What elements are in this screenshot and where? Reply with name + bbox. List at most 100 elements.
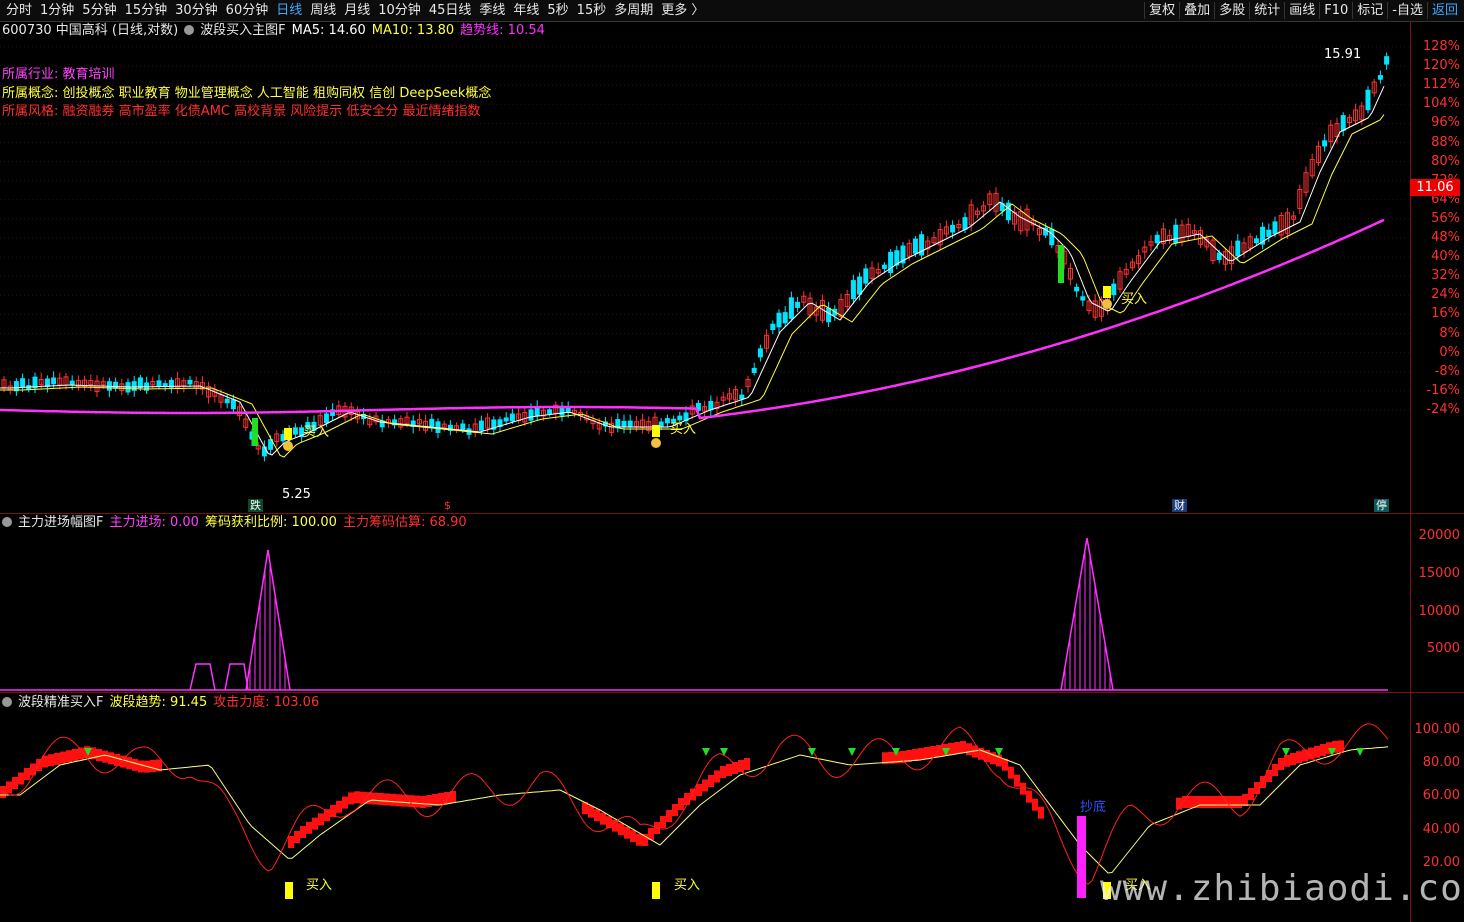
wave-ladder-block <box>300 826 306 838</box>
candle-body <box>782 312 788 324</box>
bottom-label: 抄底 <box>1080 800 1107 815</box>
candle-body <box>113 381 119 389</box>
wave-ladder-block <box>36 759 42 771</box>
panel2-axis-label-1: 15000 <box>1418 565 1460 581</box>
bottom-bar <box>1077 816 1086 898</box>
wave-ladder-block <box>48 754 54 767</box>
candle-body <box>962 217 968 230</box>
candle-body <box>912 238 918 254</box>
main-axis-label-5: 88% <box>1431 134 1460 150</box>
wave-trend-line <box>0 746 1389 874</box>
wave-ladder-block <box>1014 774 1020 787</box>
candle-body <box>429 418 435 428</box>
wave-ladder-block <box>1278 758 1284 770</box>
main-axis-label-12: 32% <box>1431 268 1460 284</box>
candle-body <box>776 312 782 328</box>
candle-body <box>51 377 57 385</box>
main-axis-label-18: -16% <box>1426 382 1460 398</box>
wave-ladder-block <box>726 764 732 776</box>
p3-buy-bar <box>285 882 293 899</box>
wave-ladder-block <box>1314 745 1320 758</box>
main-axis-label-0: 128% <box>1422 39 1460 54</box>
wave-ladder-block <box>348 792 354 805</box>
panel2-axis-label-2: 10000 <box>1418 603 1460 619</box>
wave-ladder-block <box>6 781 12 794</box>
wave-ladder-block <box>132 758 138 771</box>
candle-body <box>1272 221 1278 235</box>
candle-body <box>1340 115 1346 131</box>
wave-ladder-block <box>336 800 342 813</box>
panel3-axis-label-0: 100.00 <box>1414 722 1461 737</box>
wave-ladder-block <box>624 826 630 839</box>
candle-body <box>1235 240 1241 257</box>
wave-ladder-block <box>618 823 624 836</box>
main-axis-label-17: -8% <box>1434 363 1460 379</box>
candle-body <box>770 323 776 331</box>
main-force-steps <box>189 663 249 691</box>
candle-body <box>788 297 794 319</box>
candle-body <box>795 301 801 308</box>
candle-body <box>664 418 670 424</box>
main-axis-label-15: 8% <box>1439 325 1460 341</box>
wave-ladder-block <box>54 752 60 765</box>
wave-ladder-block <box>96 749 102 761</box>
wave-ladder-block <box>354 791 360 804</box>
wave-ladder-block <box>954 742 960 754</box>
wave-ladder-block <box>1236 796 1242 808</box>
wave-ladder-block <box>732 762 738 774</box>
wave-ladder-block <box>150 760 156 772</box>
candle-body <box>478 420 484 431</box>
wave-ladder-block <box>1008 766 1014 779</box>
buy-marker-bar <box>1103 286 1111 298</box>
wave-ladder-block <box>696 784 702 796</box>
wave-ladder-block <box>1032 798 1038 811</box>
wave-ladder-block <box>918 748 924 760</box>
wave-ladder-block <box>588 805 594 818</box>
candle-body <box>20 378 26 388</box>
candle-body <box>547 409 553 415</box>
candle-body <box>1074 286 1080 292</box>
watermark: www.zhibiaodi.com <box>1100 868 1464 909</box>
candle-body <box>950 224 956 233</box>
main-force-peak-1 <box>245 549 291 691</box>
candle-body <box>1377 75 1383 80</box>
kline-chart[interactable] <box>0 0 1410 922</box>
candle-body <box>13 381 19 392</box>
wave-ladder-block <box>12 777 18 789</box>
tool-button-8[interactable]: 返回 <box>1426 2 1462 19</box>
candle-body <box>1365 89 1371 111</box>
candle-body <box>230 399 236 410</box>
wave-ladder-block <box>384 793 390 806</box>
wave-ladder-block <box>636 833 642 846</box>
wave-ladder-block <box>306 821 312 834</box>
candle-body <box>187 379 193 385</box>
candle-body <box>1322 140 1328 147</box>
candle-body <box>751 367 757 374</box>
wave-ladder-block <box>672 804 678 816</box>
main-axis-label-19: -24% <box>1426 401 1460 417</box>
candle-body <box>1080 296 1086 301</box>
wave-ladder-block <box>414 795 420 808</box>
wave-ladder-block <box>1272 764 1278 776</box>
wave-ladder-block <box>690 788 696 801</box>
p3-buy-label-1: 买入 <box>306 878 333 893</box>
green-arrow-icon <box>848 748 856 756</box>
wave-ladder-block <box>372 792 378 805</box>
candle-body <box>44 378 50 387</box>
wave-ladder-block <box>1188 796 1194 808</box>
wave-ladder-block <box>1302 749 1308 762</box>
main-axis-label-13: 24% <box>1431 287 1460 303</box>
buy-marker-bar <box>284 428 292 440</box>
wave-ladder-block <box>600 812 606 825</box>
wave-ladder-block <box>930 746 936 758</box>
p3-buy-bar <box>652 882 660 899</box>
money-bag-icon <box>283 441 293 451</box>
buy-marker-bar <box>652 425 660 437</box>
main-axis-label-3: 104% <box>1422 96 1460 112</box>
main-axis-label-16: 0% <box>1439 344 1460 360</box>
candle-body <box>621 420 627 427</box>
wave-ladder-block <box>420 796 426 808</box>
buy-label-3: 买入 <box>1121 292 1148 307</box>
wave-ladder-block <box>720 766 726 778</box>
wave-ladder-block <box>936 745 942 757</box>
